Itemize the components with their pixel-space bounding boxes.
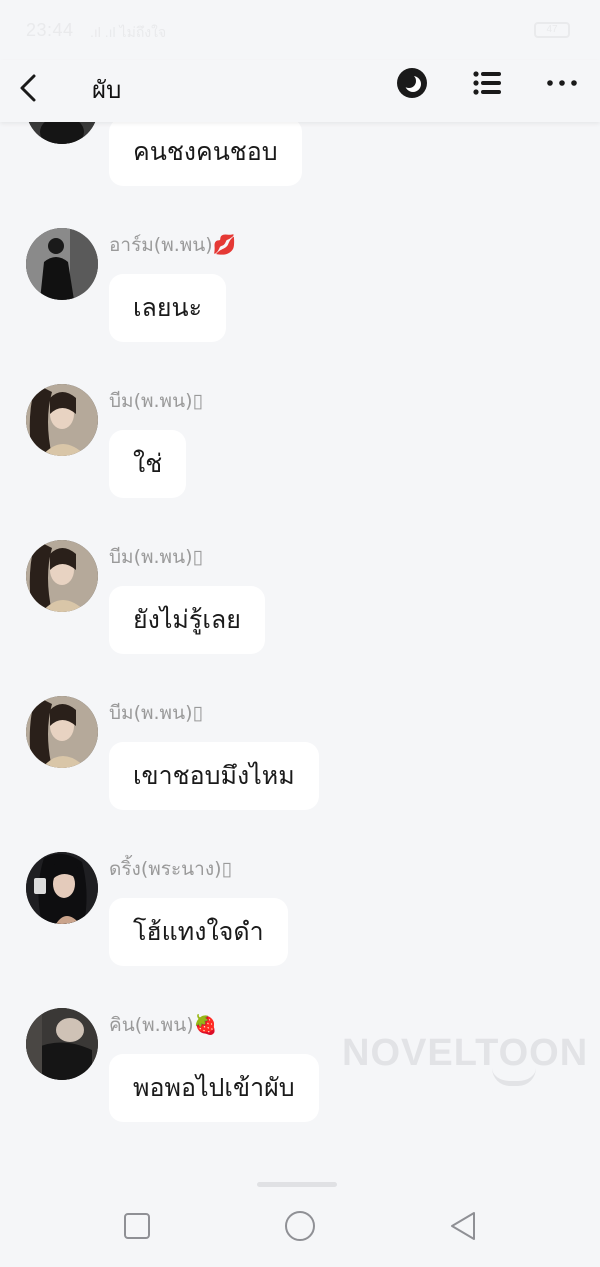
message-bubble: ใช่ bbox=[109, 430, 187, 498]
triangle-back-icon bbox=[451, 1212, 475, 1240]
recent-apps-button[interactable] bbox=[120, 1209, 154, 1243]
square-icon bbox=[124, 1213, 150, 1239]
page-title: ผับ bbox=[92, 76, 122, 104]
sender-name: บีม(พ.พน)▯ bbox=[109, 546, 203, 568]
chapter-list-button[interactable] bbox=[469, 65, 505, 101]
avatar[interactable] bbox=[26, 384, 98, 456]
circle-icon bbox=[285, 1211, 315, 1241]
moon-circle-icon bbox=[397, 68, 427, 98]
message-bubble: พอพอไปเข้าผับ bbox=[109, 1054, 319, 1122]
status-bar: 23:44 .ıl .ıl ไม่ถึงใจ 47 bbox=[0, 0, 600, 60]
display-mode-button[interactable] bbox=[394, 65, 430, 101]
back-button[interactable] bbox=[14, 66, 44, 110]
message-bubble: คนชงคนชอบ bbox=[109, 122, 302, 186]
avatar[interactable] bbox=[26, 1008, 98, 1080]
status-network: .ıl .ıl ไม่ถึงใจ bbox=[90, 24, 167, 40]
more-horizontal-icon bbox=[547, 80, 577, 86]
chat-list[interactable]: คนชงคนชอบ อาร์ม(พ.พน)💋 เลยนะ บีม(พ.พน)▯ … bbox=[0, 122, 600, 1182]
home-button[interactable] bbox=[283, 1209, 317, 1243]
avatar[interactable] bbox=[26, 228, 98, 300]
battery-indicator: 47 bbox=[534, 22, 570, 38]
avatar[interactable] bbox=[26, 540, 98, 612]
message-bubble: โฮ้แทงใจดำ bbox=[109, 898, 288, 966]
avatar[interactable] bbox=[26, 122, 98, 144]
status-time: 23:44 bbox=[26, 20, 74, 40]
sender-name: อาร์ม(พ.พน)💋 bbox=[109, 234, 237, 256]
chat-header: ผับ bbox=[0, 60, 600, 122]
watermark-logo: NOVELTOON bbox=[342, 1032, 589, 1074]
system-back-button[interactable] bbox=[446, 1209, 480, 1243]
sender-name: คิน(พ.พน)🍓 bbox=[109, 1014, 218, 1036]
avatar[interactable] bbox=[26, 696, 98, 768]
avatar[interactable] bbox=[26, 852, 98, 924]
sender-name: ดริ้ง(พระนาง)▯ bbox=[109, 858, 232, 880]
sender-name: บีม(พ.พน)▯ bbox=[109, 702, 203, 724]
message-bubble: ยังไม่รู้เลย bbox=[109, 586, 265, 654]
system-nav-bar bbox=[0, 1187, 600, 1267]
message-bubble: เขาชอบมึงไหม bbox=[109, 742, 319, 810]
chevron-left-icon bbox=[20, 74, 36, 102]
message-bubble: เลยนะ bbox=[109, 274, 227, 342]
sender-name: บีม(พ.พน)▯ bbox=[109, 390, 203, 412]
list-icon bbox=[473, 71, 501, 95]
more-button[interactable] bbox=[544, 65, 580, 101]
